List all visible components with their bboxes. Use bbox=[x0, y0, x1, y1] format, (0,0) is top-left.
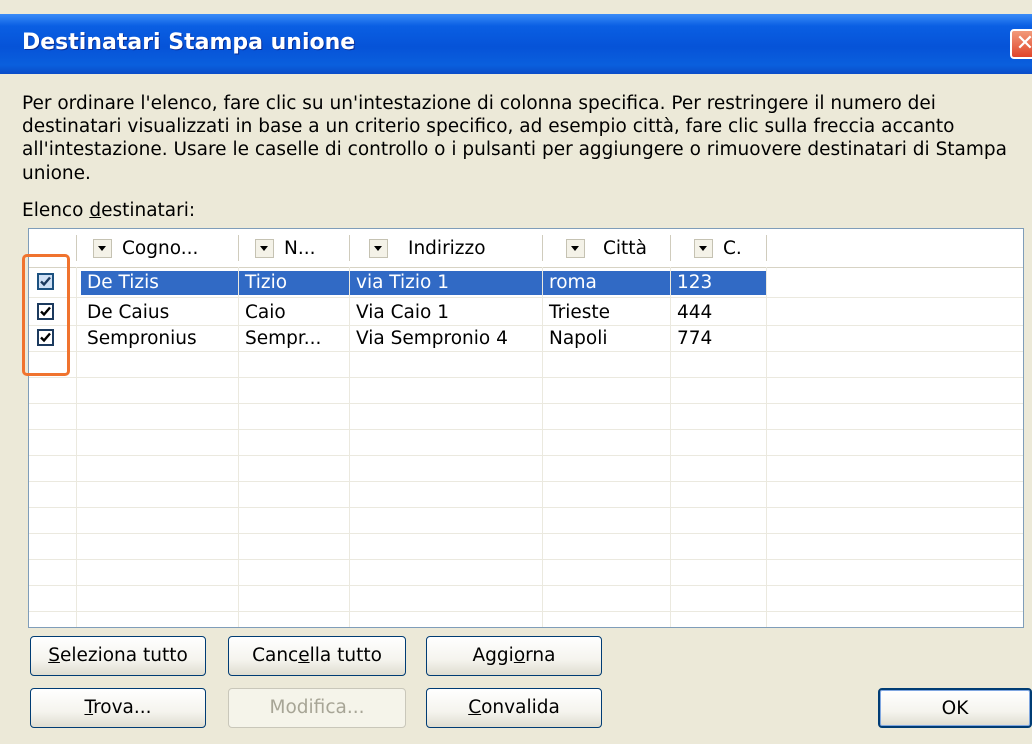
validate-button[interactable]: Convalida bbox=[426, 688, 602, 728]
instructions-text: Per ordinare l'elenco, fare clic su un'i… bbox=[22, 92, 1032, 185]
column-header-city[interactable]: Città bbox=[566, 229, 676, 267]
ok-button[interactable]: OK bbox=[878, 688, 1032, 728]
instructions-line: unione. bbox=[22, 162, 91, 184]
cell-last-name: Sempronius bbox=[87, 328, 197, 349]
table-row[interactable]: De Tizis Tizio via Tizio 1 roma 123 bbox=[29, 271, 1023, 295]
column-header-postal-code[interactable]: C. bbox=[694, 229, 764, 267]
cell-postal-code: 774 bbox=[677, 328, 713, 349]
cell-last-name: De Tizis bbox=[81, 271, 238, 295]
grid-row-line bbox=[29, 611, 1023, 612]
checkbox-column-highlight bbox=[22, 254, 70, 376]
instructions-line: destinatari visualizzati in base a un cr… bbox=[22, 116, 955, 138]
close-icon: ✕ bbox=[1015, 31, 1032, 56]
grid-row-line bbox=[29, 351, 1023, 352]
cell-city: Napoli bbox=[549, 328, 608, 349]
cell-last-name: De Caius bbox=[87, 302, 170, 323]
column-header-first-name[interactable]: N... bbox=[255, 229, 351, 267]
cell-city: roma bbox=[543, 271, 670, 295]
cell-postal-code: 444 bbox=[677, 302, 713, 323]
cell-address: via Tizio 1 bbox=[350, 271, 542, 295]
dropdown-arrow-icon[interactable] bbox=[566, 238, 585, 258]
grid-row-line bbox=[29, 403, 1023, 404]
edit-button: Modifica... bbox=[228, 688, 406, 728]
dropdown-arrow-icon[interactable] bbox=[369, 238, 388, 258]
label-text: estinatari: bbox=[101, 200, 196, 221]
column-label: Cogno... bbox=[122, 237, 199, 259]
grid-row-line bbox=[29, 455, 1023, 456]
cell-postal-code: 123 bbox=[671, 271, 766, 295]
column-label: N... bbox=[284, 237, 316, 259]
cell-address: Via Caio 1 bbox=[356, 302, 449, 323]
cell-first-name: Sempr... bbox=[245, 328, 322, 349]
cell-address: Via Sempronio 4 bbox=[356, 328, 508, 349]
grid-row-line bbox=[29, 325, 1023, 326]
cell-city: Trieste bbox=[549, 302, 610, 323]
table-row[interactable]: De Caius Caio Via Caio 1 Trieste 444 bbox=[29, 301, 1023, 325]
dropdown-arrow-icon[interactable] bbox=[694, 238, 713, 258]
grid-row-line bbox=[29, 585, 1023, 586]
column-label: Città bbox=[603, 237, 647, 259]
instructions-line: Per ordinare l'elenco, fare clic su un'i… bbox=[22, 93, 936, 114]
select-all-button[interactable]: Seleziona tutto bbox=[30, 636, 206, 676]
recipient-list[interactable]: Cogno... N... Indirizzo Città C. De Tizi… bbox=[28, 228, 1024, 628]
instructions-line: all'intestazione. Usare le caselle di co… bbox=[22, 139, 1007, 161]
close-button[interactable]: ✕ bbox=[1010, 29, 1032, 59]
grid-row-line bbox=[29, 507, 1023, 508]
grid-row-line bbox=[29, 533, 1023, 534]
find-button[interactable]: Trova... bbox=[30, 688, 206, 728]
column-header-address[interactable]: Indirizzo bbox=[369, 229, 539, 267]
title-bar[interactable]: Destinatari Stampa unione ✕ bbox=[0, 14, 1032, 74]
refresh-button[interactable]: Aggiorna bbox=[426, 636, 602, 676]
column-label: C. bbox=[723, 237, 742, 259]
grid-row-line bbox=[29, 377, 1023, 378]
label-text: Elenco bbox=[22, 200, 90, 221]
grid-row-line bbox=[29, 481, 1023, 482]
window-title: Destinatari Stampa unione bbox=[22, 30, 356, 55]
mail-merge-recipients-dialog: Destinatari Stampa unione ✕ Per ordinare… bbox=[0, 0, 1032, 744]
dropdown-arrow-icon[interactable] bbox=[93, 238, 112, 258]
column-label: Indirizzo bbox=[408, 237, 486, 259]
column-header-last-name[interactable]: Cogno... bbox=[93, 229, 233, 267]
table-row[interactable]: Sempronius Sempr... Via Sempronio 4 Napo… bbox=[29, 327, 1023, 351]
recipient-list-label: Elenco destinatari: bbox=[22, 200, 195, 222]
column-header-row: Cogno... N... Indirizzo Città C. bbox=[29, 229, 1023, 268]
grid-row-line bbox=[29, 429, 1023, 430]
cell-first-name: Tizio bbox=[239, 271, 349, 295]
grid-row-line bbox=[29, 297, 1023, 298]
cell-first-name: Caio bbox=[245, 302, 286, 323]
dropdown-arrow-icon[interactable] bbox=[255, 238, 274, 258]
accelerator-key: d bbox=[89, 200, 102, 221]
clear-all-button[interactable]: Cancella tutto bbox=[228, 636, 406, 676]
grid-row-line bbox=[29, 559, 1023, 560]
